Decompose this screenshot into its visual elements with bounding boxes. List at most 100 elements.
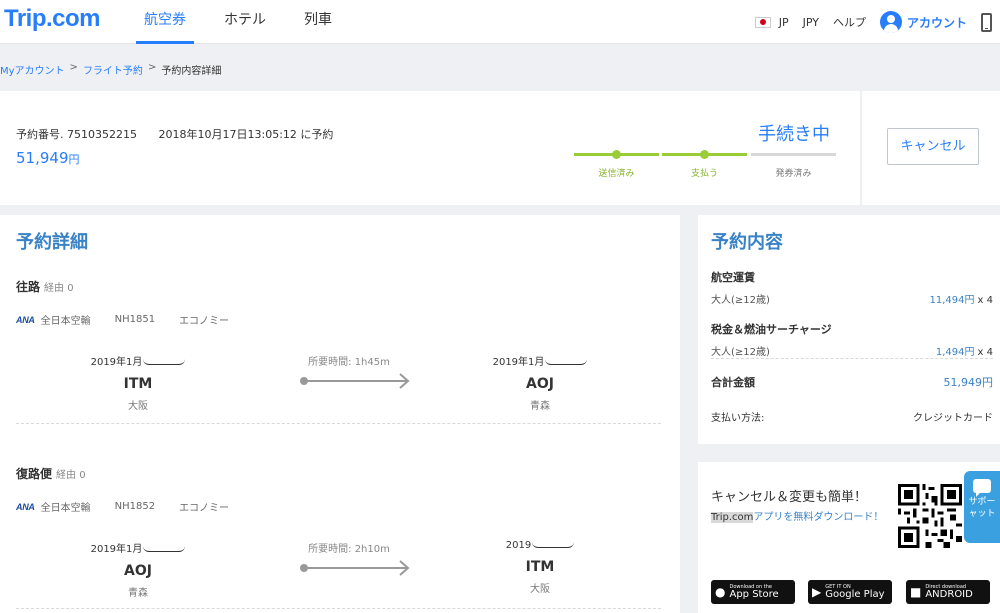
google-play-button[interactable]: ▶ GET IT ON Google Play bbox=[808, 580, 892, 604]
flight-number: NH1852 bbox=[114, 501, 156, 512]
account-icon[interactable] bbox=[879, 11, 902, 33]
language-selector[interactable]: JP bbox=[779, 16, 789, 29]
arrival-code: ITM bbox=[525, 559, 555, 575]
promo-title: キャンセル＆変更も簡単！ bbox=[711, 490, 868, 505]
departure-code: ITM bbox=[123, 376, 153, 392]
details-title: 予約詳細 bbox=[16, 232, 88, 253]
qr-code-icon bbox=[898, 484, 962, 548]
return-leg: 復路便 経由 0 ANA 全日本空輸 NH1852 エコノミー 2019年1月 A… bbox=[16, 465, 661, 611]
arrival-city: 大阪 bbox=[530, 584, 550, 595]
duration-block: 所要時間: 2h10m bbox=[284, 540, 414, 576]
airline-name: 全日本空輸 bbox=[40, 316, 91, 327]
duration-block: 所要時間: 1h45m bbox=[284, 353, 414, 389]
arrival: 2019 ITM 大阪 bbox=[475, 540, 605, 595]
arrival: 2019年1月 AOJ 青森 bbox=[475, 353, 605, 412]
ana-logo-icon: ANA bbox=[16, 501, 35, 512]
japan-flag-icon[interactable] bbox=[754, 16, 771, 28]
trip-logo[interactable]: Trip.com bbox=[4, 5, 101, 33]
ana-logo-icon: ANA bbox=[16, 314, 35, 325]
redaction-scribble bbox=[545, 359, 588, 365]
breadcrumb-my-account[interactable]: Myアカウント bbox=[0, 62, 65, 77]
route: 2019年1月 ITM 大阪 所要時間: 1h45m 2019年1月 AOJ 青… bbox=[16, 339, 661, 424]
app-promo-panel: キャンセル＆変更も簡単！ Trip.comアプリを無料ダウンロード！ ● Dow… bbox=[698, 462, 1000, 613]
fare-section: 航空運賃 大人(≥12歳) 11,494円 x 4 bbox=[711, 269, 993, 306]
departure-code: AOJ bbox=[124, 563, 152, 579]
leg-divider bbox=[16, 608, 661, 609]
progress-steps: 送信済み 支払う 発券済み bbox=[574, 150, 836, 183]
airline-row: ANA 全日本空輸 NH1852 エコノミー bbox=[16, 499, 661, 514]
redaction-scribble bbox=[143, 546, 186, 552]
route: 2019年1月 AOJ 青森 所要時間: 2h10m 2019 ITM 大阪 bbox=[16, 526, 661, 611]
help-link[interactable]: ヘルプ bbox=[833, 14, 866, 30]
departure-city: 大阪 bbox=[128, 401, 148, 412]
tax-pax: 大人(≥12歳) bbox=[711, 347, 770, 358]
android-icon: ■ bbox=[910, 585, 922, 599]
breadcrumb-current: 予約内容詳細 bbox=[161, 66, 222, 77]
header-utilities: JP JPY ヘルプ アカウント bbox=[754, 0, 992, 44]
step-dot bbox=[700, 150, 709, 159]
account-link[interactable]: アカウント bbox=[907, 14, 967, 31]
order-number-label: 予約番号. bbox=[16, 128, 64, 141]
nav-flights[interactable]: 航空券 bbox=[136, 0, 194, 44]
support-label: ャット bbox=[968, 508, 996, 519]
duration: 所要時間: 1h45m bbox=[308, 357, 390, 368]
currency-selector[interactable]: JPY bbox=[803, 16, 819, 29]
arrival-city: 青森 bbox=[530, 401, 550, 412]
step-sent: 送信済み bbox=[574, 150, 659, 179]
step-label: 発券済み bbox=[775, 169, 812, 179]
step-label: 支払う bbox=[690, 169, 718, 179]
redaction-scribble bbox=[532, 542, 575, 548]
order-total: 51,949円 bbox=[16, 149, 80, 167]
payment-label: 支払い方法: bbox=[711, 413, 765, 424]
step-paid: 支払う bbox=[662, 150, 747, 179]
leg-divider bbox=[16, 423, 661, 424]
promo-brand: Trip.com bbox=[711, 512, 754, 523]
flight-arrow-icon bbox=[300, 560, 410, 576]
arrival-date: 2019年1月 bbox=[475, 353, 605, 368]
app-store-button[interactable]: ● Download on the App Store bbox=[711, 580, 795, 604]
flight-number: NH1851 bbox=[114, 314, 156, 325]
leg-direction: 復路便 bbox=[16, 467, 53, 481]
total-label: 合計金額 bbox=[711, 376, 755, 389]
breadcrumb-flight-bookings[interactable]: フライト予約 bbox=[83, 62, 143, 77]
tax-label: 税金＆燃油サーチャージ bbox=[711, 323, 832, 336]
leg-title: 往路 経由 0 bbox=[16, 278, 661, 295]
price-summary-panel: 予約内容 航空運賃 大人(≥12歳) 11,494円 x 4 税金＆燃油サーチャー… bbox=[698, 215, 1000, 444]
google-play-icon: ▶ bbox=[812, 585, 822, 599]
departure-date: 2019年1月 bbox=[73, 353, 203, 368]
breadcrumb-separator: > bbox=[69, 62, 78, 73]
departure: 2019年1月 AOJ 青森 bbox=[73, 540, 203, 599]
cabin-class: エコノミー bbox=[179, 503, 230, 514]
fare-pax: 大人(≥12歳) bbox=[711, 295, 770, 306]
booked-at: 2018年10月17日13:05:12 に予約 bbox=[158, 128, 334, 141]
step-label: 送信済み bbox=[598, 169, 635, 179]
fare-row: 大人(≥12歳) 11,494円 x 4 bbox=[711, 291, 993, 306]
mobile-app-icon[interactable] bbox=[981, 12, 992, 32]
android-download-button[interactable]: ■ Direct download ANDROID bbox=[906, 580, 990, 604]
nav-hotels[interactable]: ホテル bbox=[216, 0, 274, 44]
arrival-date: 2019 bbox=[475, 540, 605, 551]
top-header: Trip.com 航空券 ホテル 列車 JP JPY ヘルプ アカウント bbox=[0, 0, 1000, 44]
redaction-scribble bbox=[143, 359, 186, 365]
step-ticketed: 発券済み bbox=[751, 153, 836, 179]
departure: 2019年1月 ITM 大阪 bbox=[73, 353, 203, 412]
yen-unit: 円 bbox=[68, 153, 80, 166]
outbound-leg: 往路 経由 0 ANA 全日本空輸 NH1851 エコノミー 2019年1月 IT… bbox=[16, 278, 661, 424]
cancel-button[interactable]: キャンセル bbox=[887, 128, 979, 165]
support-chat-tab[interactable]: サポー ャット bbox=[964, 471, 1000, 543]
payment-row: 支払い方法: クレジットカード bbox=[711, 409, 993, 424]
leg-stops: 経由 0 bbox=[44, 283, 74, 294]
order-info: 予約番号. 7510352215 2018年10月17日13:05:12 に予約 bbox=[16, 126, 333, 142]
booking-status: 手続き中 bbox=[758, 124, 830, 145]
tax-section: 税金＆燃油サーチャージ 大人(≥12歳) 1,494円 x 4 bbox=[711, 321, 993, 358]
summary-title: 予約内容 bbox=[711, 232, 783, 253]
payment-method: クレジットカード bbox=[913, 413, 993, 424]
promo-subtitle: Trip.comアプリを無料ダウンロード！ bbox=[711, 512, 884, 523]
arrival-code: AOJ bbox=[526, 376, 554, 392]
nav-trains[interactable]: 列車 bbox=[296, 0, 340, 44]
order-number: 7510352215 bbox=[67, 128, 137, 141]
duration: 所要時間: 2h10m bbox=[308, 544, 390, 555]
cabin-class: エコノミー bbox=[179, 316, 230, 327]
breadcrumb: Myアカウント > フライト予約 > 予約内容詳細 bbox=[0, 62, 221, 77]
airline-name: 全日本空輸 bbox=[40, 503, 91, 514]
